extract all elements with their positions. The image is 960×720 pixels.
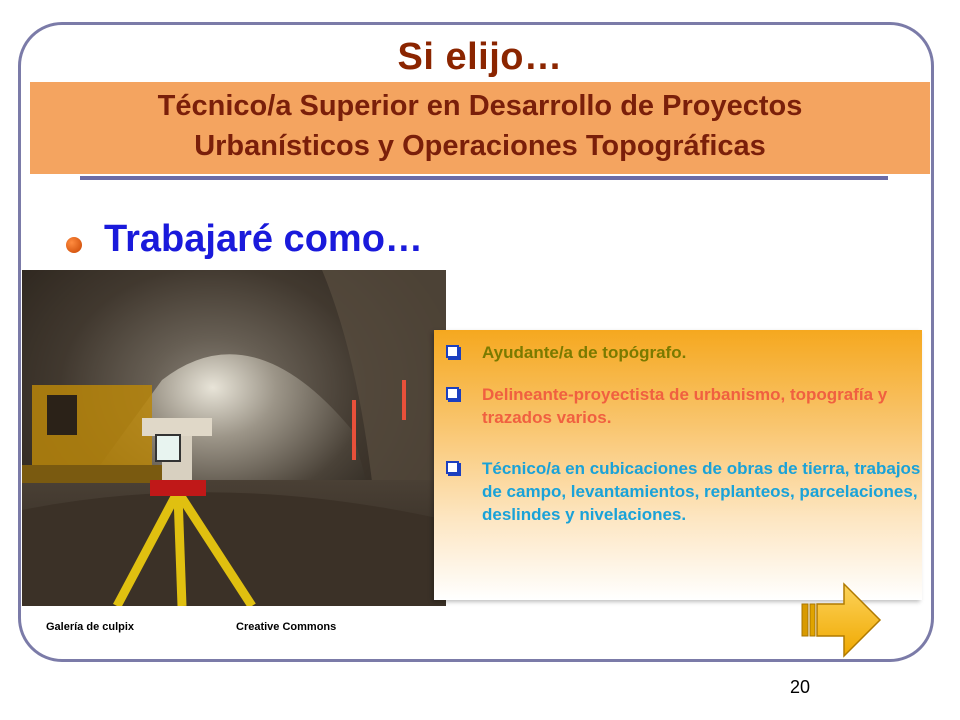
subtitle-line-2: Urbanísticos y Operaciones Topográficas [194,130,766,162]
right-arrow-icon [801,582,882,658]
title-divider [80,176,888,180]
slide-title: Si elijo… [397,36,563,78]
tunnel-photo [22,270,446,606]
page-number: 20 [790,677,811,697]
next-slide-button[interactable] [800,582,882,660]
checkbox-bullet-icon [446,461,459,474]
slide-subtitle: Técnico/a Superior en Desarrollo de Proy… [30,86,930,166]
checkbox-bullet-icon [446,345,459,358]
job-text: Técnico/a en cubicaciones de obras de ti… [482,459,921,524]
photo-credit-gallery: Galería de culpix [46,621,135,633]
photo-credit-license: Creative Commons [236,621,337,633]
bullet-icon [66,237,82,253]
job-text: Delineante-proyectista de urbanismo, top… [482,385,888,427]
job-text: Ayudante/a de topógrafo. [482,343,687,362]
checkbox-bullet-icon [446,387,459,400]
subtitle-line-1: Técnico/a Superior en Desarrollo de Proy… [157,90,803,122]
section-heading: Trabajaré como… [104,218,423,260]
